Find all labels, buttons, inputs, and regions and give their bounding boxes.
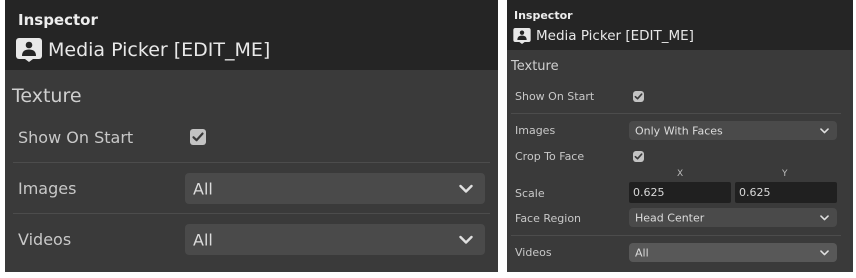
- face-region-label: Face Region: [515, 212, 582, 225]
- chevron-down-icon: [459, 184, 473, 193]
- media-picker-icon: [513, 28, 531, 44]
- divider: [13, 162, 490, 163]
- videos-label: Videos: [515, 246, 552, 259]
- chevron-down-icon: [820, 214, 829, 220]
- divider: [13, 213, 490, 214]
- scale-y-axis-label: Y: [782, 169, 788, 179]
- show-on-start-checkbox[interactable]: [190, 129, 206, 145]
- section-texture: Texture: [511, 59, 559, 74]
- scale-label: Scale: [515, 187, 545, 200]
- videos-label: Videos: [18, 230, 72, 249]
- component-title: Media Picker [EDIT_ME]: [48, 39, 271, 61]
- images-dropdown-value: Only With Faces: [635, 124, 723, 137]
- inspector-title: Inspector: [514, 9, 573, 22]
- images-label: Images: [515, 124, 556, 137]
- scale-x-axis-label: X: [677, 169, 684, 179]
- component-title-row: Media Picker [EDIT_ME]: [513, 28, 694, 44]
- checkmark-icon: [634, 153, 643, 160]
- face-region-dropdown-value: Head Center: [635, 211, 705, 224]
- checkmark-icon: [634, 93, 643, 100]
- images-dropdown[interactable]: All: [185, 173, 485, 204]
- scale-y-field[interactable]: 0.625: [735, 182, 837, 203]
- inspector-header: Inspector Media Picker [EDIT_ME]: [507, 0, 853, 50]
- chevron-down-icon: [820, 249, 829, 255]
- videos-dropdown[interactable]: All: [629, 243, 837, 262]
- component-title-row: Media Picker [EDIT_ME]: [16, 38, 270, 62]
- divider: [511, 235, 841, 236]
- show-on-start-label: Show On Start: [18, 128, 134, 147]
- face-region-dropdown[interactable]: Head Center: [629, 208, 837, 227]
- chevron-down-icon: [459, 235, 473, 244]
- show-on-start-checkbox[interactable]: [633, 91, 644, 102]
- inspector-panel-right: Inspector Media Picker [EDIT_ME] Texture…: [507, 0, 853, 272]
- inspector-header: Inspector Media Picker [EDIT_ME]: [5, 0, 498, 70]
- videos-dropdown-value: All: [635, 246, 649, 259]
- show-on-start-label: Show On Start: [515, 90, 595, 103]
- checkmark-icon: [192, 132, 204, 142]
- images-label: Images: [18, 179, 77, 198]
- section-texture: Texture: [12, 85, 82, 107]
- component-title: Media Picker [EDIT_ME]: [536, 28, 694, 44]
- divider: [511, 113, 841, 114]
- images-dropdown[interactable]: Only With Faces: [629, 121, 837, 140]
- inspector-title: Inspector: [18, 11, 98, 29]
- inspector-panel-left: Inspector Media Picker [EDIT_ME] Texture…: [5, 0, 498, 272]
- scale-x-field[interactable]: 0.625: [629, 182, 731, 203]
- media-picker-icon: [16, 38, 42, 62]
- videos-dropdown-value: All: [193, 230, 213, 249]
- crop-to-face-checkbox[interactable]: [633, 151, 644, 162]
- videos-dropdown[interactable]: All: [185, 224, 485, 255]
- chevron-down-icon: [820, 127, 829, 133]
- crop-to-face-label: Crop To Face: [515, 150, 585, 163]
- images-dropdown-value: All: [193, 179, 213, 198]
